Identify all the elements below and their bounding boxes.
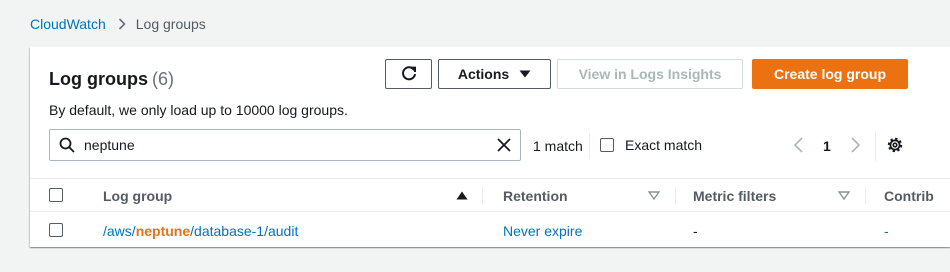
sort-icon[interactable]: [648, 191, 660, 200]
gear-icon[interactable]: [886, 136, 904, 154]
column-divider: [865, 187, 866, 204]
exact-match-label: Exact match: [625, 137, 703, 153]
pagination-divider: [875, 131, 876, 161]
table-row: /aws/neptune/database-1/audit Never expi…: [30, 212, 950, 247]
exact-match-toggle[interactable]: Exact match: [600, 137, 702, 153]
refresh-button[interactable]: [385, 59, 432, 89]
search-icon: [59, 137, 75, 153]
log-group-suffix: /database-1/audit: [190, 223, 299, 239]
page-title-text: Log groups: [49, 69, 148, 89]
column-divider: [675, 187, 676, 204]
actions-dropdown-button[interactable]: Actions: [438, 59, 551, 89]
metric-filters-value: -: [693, 223, 698, 239]
log-groups-panel: Log groups (6) By default, we only load u…: [30, 47, 950, 247]
sort-ascending-icon[interactable]: [456, 191, 468, 200]
refresh-icon: [400, 65, 418, 83]
clear-search-icon[interactable]: [496, 137, 512, 153]
page-title: Log groups (6): [49, 69, 174, 90]
column-header-metric-filters[interactable]: Metric filters: [693, 179, 776, 212]
chevron-right-icon: [118, 18, 126, 30]
view-in-logs-insights-button[interactable]: View in Logs Insights: [557, 59, 743, 89]
column-divider: [482, 187, 483, 204]
filter-divider: [589, 133, 590, 159]
caret-down-icon: [519, 70, 531, 78]
table-header: Log group Retention Metric filters Contr…: [30, 178, 950, 212]
search-input[interactable]: [84, 137, 484, 153]
exact-match-checkbox[interactable]: [600, 138, 614, 152]
column-header-retention[interactable]: Retention: [503, 179, 568, 212]
column-header-contrib[interactable]: Contrib: [884, 179, 934, 212]
search-field: [49, 129, 521, 161]
log-group-prefix: /aws/: [103, 223, 136, 239]
chevron-left-icon[interactable]: [792, 136, 806, 154]
retention-link[interactable]: Never expire: [503, 223, 582, 239]
log-group-count: (6): [151, 69, 174, 89]
contrib-value[interactable]: -: [884, 223, 889, 239]
panel-description: By default, we only load up to 10000 log…: [49, 102, 348, 118]
match-count: 1 match: [533, 138, 583, 154]
select-all-checkbox[interactable]: [49, 188, 63, 202]
search-highlight: neptune: [135, 223, 191, 239]
actions-label: Actions: [457, 66, 510, 82]
log-group-link[interactable]: /aws/neptune/database-1/audit: [103, 223, 298, 239]
column-header-log-group[interactable]: Log group: [103, 179, 172, 212]
breadcrumb-cloudwatch-link[interactable]: CloudWatch: [30, 16, 106, 32]
chevron-right-icon[interactable]: [848, 136, 862, 154]
page-number[interactable]: 1: [823, 138, 831, 154]
create-log-group-button[interactable]: Create log group: [752, 59, 908, 89]
sort-icon[interactable]: [838, 191, 850, 200]
breadcrumb-current: Log groups: [135, 16, 206, 32]
row-checkbox[interactable]: [49, 223, 63, 237]
breadcrumb: CloudWatch Log groups: [30, 16, 206, 32]
